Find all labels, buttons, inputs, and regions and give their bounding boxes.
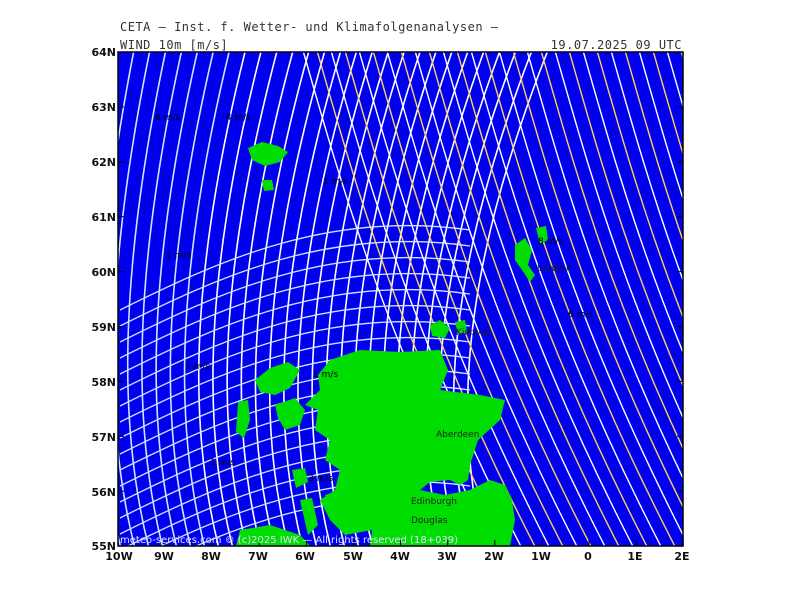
lon-label-1e: 1E <box>627 550 643 563</box>
lon-label-4w: 4W <box>390 550 410 563</box>
place-douglas: Douglas <box>411 516 448 526</box>
lon-label-2e: 2E <box>674 550 690 563</box>
streamline <box>118 52 119 56</box>
lon-label-7w: 7W <box>248 550 268 563</box>
streamline <box>748 40 800 560</box>
wind-label: 1 m/s <box>210 458 236 468</box>
lat-label-60n: 60N <box>91 266 116 279</box>
lon-label-6w: 6W <box>295 550 315 563</box>
wind-label: 6 m/s <box>568 310 594 320</box>
place-kirkwall: Kirkwall <box>456 328 492 338</box>
lat-label-64n: 64N <box>91 46 116 59</box>
lat-label-56n: 56N <box>91 486 116 499</box>
wind-label: 3 m/s <box>308 474 334 484</box>
streamline <box>680 52 683 61</box>
wind-label: 1 m/s <box>323 177 349 187</box>
wind-label: 6 m/s <box>155 113 181 123</box>
lat-label-61n: 61N <box>91 211 116 224</box>
wind-label: 1 m/s <box>166 251 192 261</box>
copyright-footer: meteo-services.com © (c)2025 IWK — All r… <box>120 535 459 546</box>
place-aberdeen: Aberdeen <box>436 430 480 440</box>
lon-label-8w: 8W <box>201 550 221 563</box>
lon-label-5w: 5W <box>343 550 363 563</box>
lat-label-57n: 57N <box>91 431 116 444</box>
streamline <box>720 40 800 560</box>
streamline <box>666 52 683 109</box>
wind-label: 4 m/s <box>226 113 252 123</box>
lat-label-62n: 62N <box>91 156 116 169</box>
place-lerwick: Lerwick <box>537 264 572 274</box>
streamline <box>692 40 800 560</box>
land-faroe-south <box>262 180 274 191</box>
lat-label-59n: 59N <box>91 321 116 334</box>
streamline <box>706 40 800 560</box>
lon-label-3w: 3W <box>437 550 457 563</box>
lat-label-63n: 63N <box>91 101 116 114</box>
lon-label-9w: 9W <box>154 550 174 563</box>
lat-label-58n: 58N <box>91 376 116 389</box>
lon-label-0: 0 <box>584 550 592 563</box>
wind-label: 2 m/s <box>185 362 211 372</box>
streamline <box>762 40 800 560</box>
place-edinburgh: Edinburgh <box>411 497 457 507</box>
lon-label-2w: 2W <box>484 550 504 563</box>
wind-label: 1 m/s <box>313 370 339 380</box>
lon-label-10w: 10W <box>105 550 133 563</box>
lon-label-1w: 1W <box>531 550 551 563</box>
wind-map <box>117 40 800 560</box>
streamline <box>734 40 800 560</box>
wind-label: 8 m/s <box>538 237 564 247</box>
